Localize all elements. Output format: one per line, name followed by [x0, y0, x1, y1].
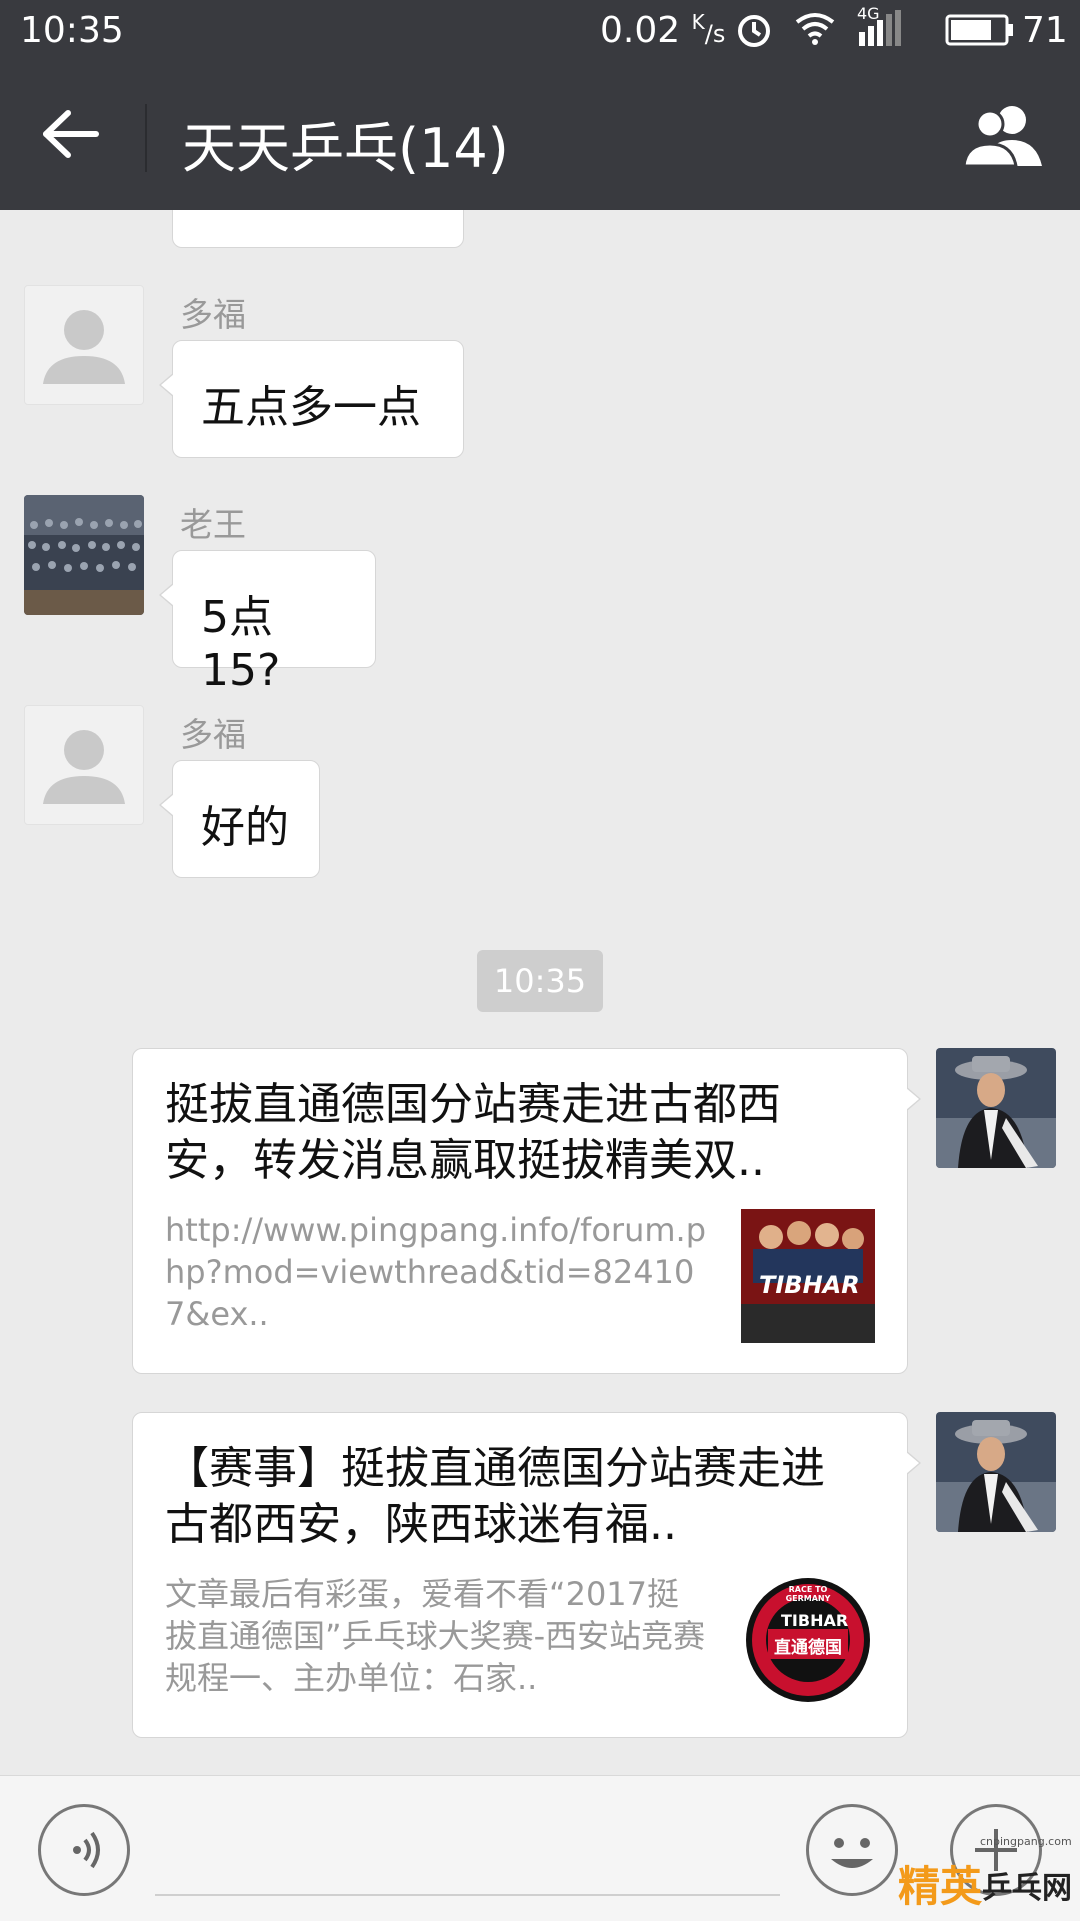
watermark-logo: cnpingpang.com 精英 乒乓网 — [898, 1835, 1073, 1915]
battery-level: 71 — [1022, 10, 1068, 51]
watermark-jing: 精英 — [898, 1862, 983, 1911]
emoji-icon — [831, 1838, 873, 1868]
watermark-url: cnpingpang.com — [980, 1835, 1072, 1848]
chat-area[interactable]: 多福 五点多一点 老王 5点15? 多福 好的 10:35 挺拔直通德国分站赛走… — [0, 210, 1080, 1775]
photo-avatar-image — [24, 495, 144, 615]
group-members-icon[interactable] — [960, 104, 1046, 168]
wifi-icon — [795, 13, 835, 45]
message-text: 5点15? — [201, 592, 281, 696]
status-bar: 10:35 0.02 K/s 4G 71 — [0, 0, 1080, 64]
link-thumbnail-ring: RACE TO GERMANY — [785, 1585, 831, 1603]
sender-name: 多福 — [180, 295, 246, 334]
avatar[interactable] — [24, 495, 144, 615]
watermark-ppw: 乒乓网 — [982, 1871, 1072, 1906]
link-thumbnail-subtext: 直通德国 — [774, 1638, 842, 1658]
message-timestamp: 10:35 — [477, 950, 603, 1012]
link-card[interactable]: 【赛事】挺拔直通德国分站赛走进古都西安，陕西球迷有福.. 文章最后有彩蛋，爱看不… — [132, 1412, 921, 1738]
net-speed-value: 0.02 — [600, 10, 681, 51]
message-bubble[interactable]: 5点15? — [159, 550, 376, 696]
photo-avatar-image — [936, 1048, 1056, 1168]
message-bubble-partial[interactable] — [172, 210, 464, 248]
link-card[interactable]: 挺拔直通德国分站赛走进古都西安，转发消息赢取挺拔精美双.. http://www… — [132, 1048, 921, 1374]
net-speed-unit-bottom: /s — [704, 20, 726, 48]
avatar[interactable] — [24, 705, 144, 825]
header-divider — [145, 104, 147, 172]
back-arrow-icon[interactable] — [40, 109, 100, 159]
emoji-button[interactable] — [806, 1804, 898, 1896]
my-avatar[interactable] — [936, 1412, 1056, 1532]
message-bubble[interactable]: 好的 — [159, 760, 320, 878]
net-speed-unit-top: K — [691, 10, 705, 34]
link-description: http://www.pingpang.info/forum.php?mod=v… — [165, 1211, 706, 1333]
link-thumbnail-brand: TIBHAR — [759, 1271, 860, 1299]
message-input[interactable] — [155, 1894, 780, 1896]
link-title: 【赛事】挺拔直通德国分站赛走进古都西安，陕西球迷有福.. — [165, 1443, 825, 1550]
chat-header: 天天乒乓(14) — [0, 64, 1080, 210]
sender-name: 老王 — [180, 505, 246, 544]
my-avatar[interactable] — [936, 1048, 1056, 1168]
default-avatar-icon — [43, 310, 125, 384]
link-thumbnail: RACE TO GERMANY TIBHAR 直通德国 — [741, 1573, 875, 1707]
sender-name: 多福 — [180, 715, 246, 754]
network-speed: 0.02 K/s — [600, 10, 725, 51]
message-text: 好的 — [201, 802, 289, 853]
link-thumbnail-brand: TIBHAR — [781, 1611, 849, 1630]
alarm-icon — [738, 15, 770, 47]
photo-avatar-image — [936, 1412, 1056, 1532]
chat-title: 天天乒乓(14) — [182, 117, 509, 180]
link-title: 挺拔直通德国分站赛走进古都西安，转发消息赢取挺拔精美双.. — [165, 1079, 781, 1186]
status-time: 10:35 — [20, 10, 124, 51]
link-description: 文章最后有彩蛋，爱看不看“2017挺拔直通德国”乒乓球大奖赛-西安站竞赛规程一、… — [165, 1575, 706, 1697]
battery-icon — [945, 14, 1013, 46]
voice-icon — [73, 1831, 100, 1869]
signal-icon: 4G — [857, 4, 901, 48]
default-avatar-icon — [43, 730, 125, 804]
link-thumbnail: TIBHAR — [741, 1209, 875, 1343]
message-text: 五点多一点 — [201, 382, 421, 433]
avatar[interactable] — [24, 285, 144, 405]
message-bubble[interactable]: 五点多一点 — [159, 340, 464, 458]
voice-button[interactable] — [38, 1804, 130, 1896]
